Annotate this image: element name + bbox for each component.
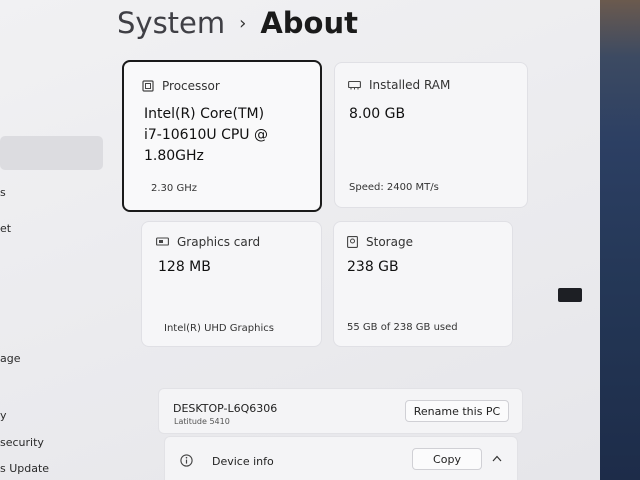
- ram-speed: Speed: 2400 MT/s: [349, 182, 439, 193]
- page-title: About: [260, 6, 358, 40]
- processor-speed: 2.30 GHz: [151, 183, 197, 194]
- breadcrumb: System › About: [117, 6, 358, 40]
- graphics-label: Graphics card: [177, 235, 261, 249]
- sidebar-item[interactable]: s: [0, 186, 6, 199]
- processor-value-line: 1.80GHz: [144, 148, 204, 164]
- breadcrumb-separator: ›: [239, 13, 247, 34]
- storage-header: Storage: [347, 235, 413, 249]
- chevron-up-icon[interactable]: [492, 455, 502, 462]
- storage-label: Storage: [366, 235, 413, 249]
- processor-value-line: Intel(R) Core(TM): [144, 106, 265, 122]
- graphics-card-icon: [156, 237, 169, 246]
- sidebar: s et age y security s Update: [0, 0, 108, 480]
- breadcrumb-parent-system[interactable]: System: [117, 6, 225, 40]
- sidebar-item-selected[interactable]: [0, 136, 103, 170]
- processor-header: Processor: [142, 79, 220, 93]
- storage-icon: [347, 236, 358, 248]
- storage-value: 238 GB: [347, 259, 399, 275]
- bezel-clip: [558, 288, 582, 302]
- processor-label: Processor: [162, 79, 220, 93]
- device-name-row: DESKTOP-L6Q6306 Latitude 5410 Rename thi…: [158, 388, 523, 434]
- rename-pc-button[interactable]: Rename this PC: [405, 400, 509, 422]
- info-icon: [180, 454, 193, 467]
- sidebar-item[interactable]: age: [0, 352, 21, 365]
- device-model: Latitude 5410: [174, 417, 230, 426]
- device-name: DESKTOP-L6Q6306: [173, 402, 278, 415]
- ram-icon: [348, 80, 361, 90]
- device-info-row[interactable]: Device info Copy: [164, 436, 518, 480]
- graphics-name: Intel(R) UHD Graphics: [164, 323, 274, 334]
- ram-label: Installed RAM: [369, 78, 451, 92]
- processor-value-line: i7-10610U CPU @: [144, 127, 268, 143]
- storage-usage: 55 GB of 238 GB used: [347, 322, 458, 333]
- sidebar-item-security[interactable]: security: [0, 436, 44, 449]
- graphics-value: 128 MB: [158, 259, 211, 275]
- graphics-header: Graphics card: [156, 235, 260, 249]
- graphics-card[interactable]: Graphics card 128 MB Intel(R) UHD Graphi…: [141, 221, 322, 347]
- ram-value: 8.00 GB: [349, 106, 406, 122]
- sidebar-item[interactable]: y: [0, 409, 7, 422]
- ram-card[interactable]: Installed RAM 8.00 GB Speed: 2400 MT/s: [334, 62, 528, 208]
- background-bezel: [600, 0, 640, 480]
- processor-card[interactable]: Processor Intel(R) Core(TM) i7-10610U CP…: [122, 60, 322, 212]
- processor-value: Intel(R) Core(TM) i7-10610U CPU @ 1.80GH…: [144, 104, 268, 167]
- device-info-label: Device info: [212, 455, 274, 468]
- copy-button[interactable]: Copy: [412, 448, 482, 470]
- processor-icon: [142, 80, 154, 92]
- settings-window: s et age y security s Update System › Abou…: [0, 0, 600, 480]
- storage-card[interactable]: Storage 238 GB 55 GB of 238 GB used: [333, 221, 513, 347]
- sidebar-item[interactable]: et: [0, 222, 11, 235]
- sidebar-item-windows-update[interactable]: s Update: [0, 462, 49, 475]
- ram-header: Installed RAM: [348, 78, 450, 92]
